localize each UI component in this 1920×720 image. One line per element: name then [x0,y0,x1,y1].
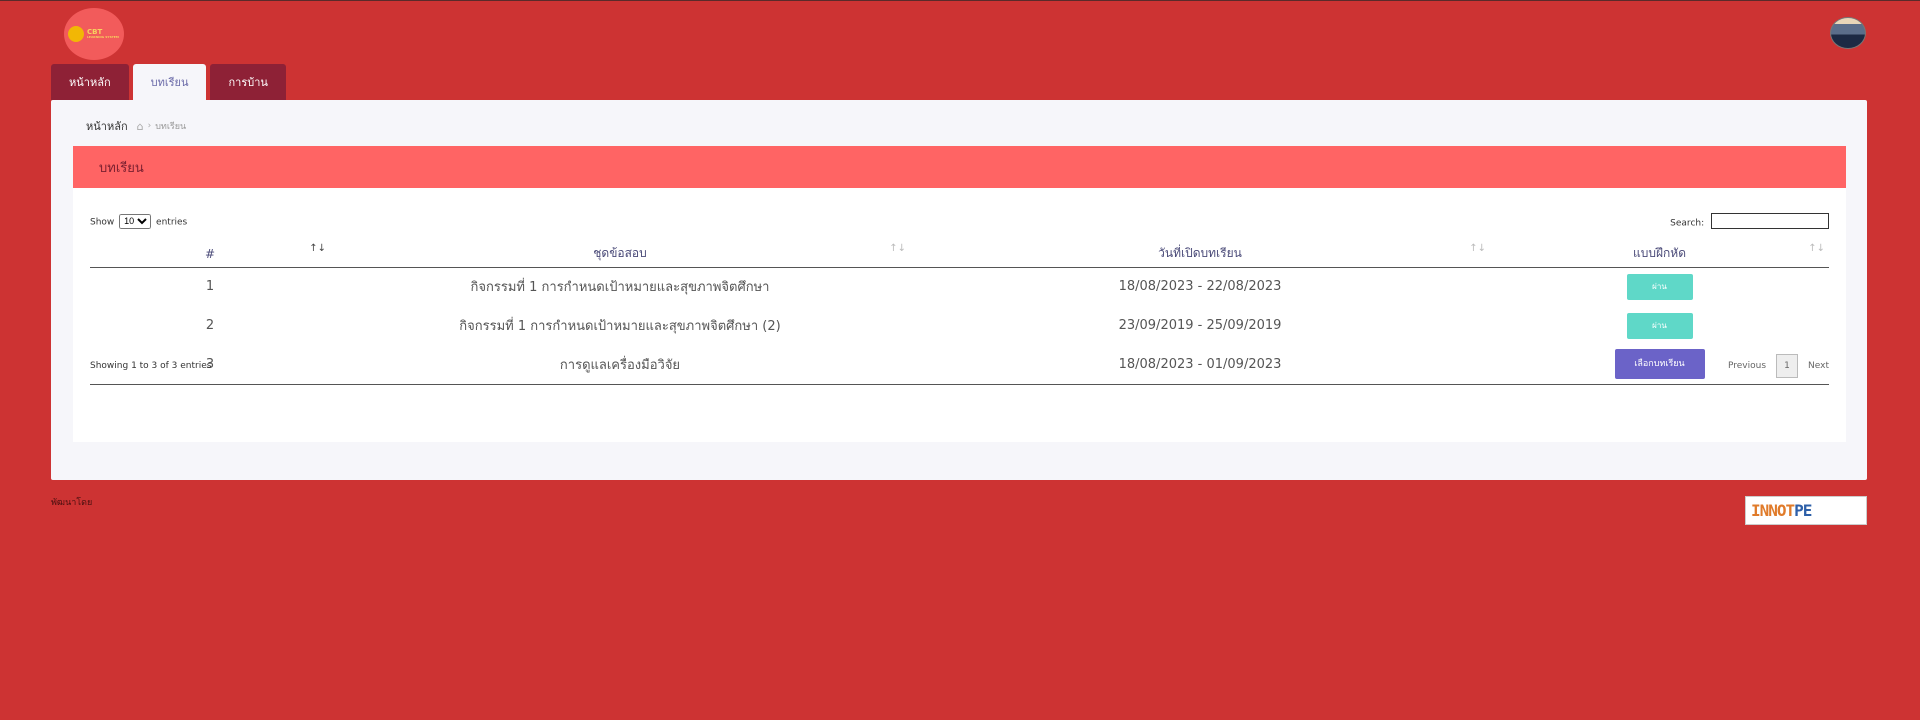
pass-button[interactable]: ผ่าน [1626,312,1693,339]
site-logo[interactable]: CBT LEARNING SYSTEM [64,8,124,60]
column-header-exercise[interactable]: แบบฝึกหัด ↑↓ [1490,241,1829,268]
pass-button[interactable]: ผ่าน [1626,273,1693,300]
entries-select[interactable]: 10 [119,213,152,229]
table-controls: Show 10 entries Search: [90,212,1829,230]
row-exam-set: กิจกรรมที่ 1 การกำหนดเป้าหมายและสุขภาพจิ… [459,319,781,334]
breadcrumb: หน้าหลัก ⌂ › บทเรียน [86,117,186,135]
home-icon[interactable]: ⌂ [137,120,144,133]
card-title: บทเรียน [73,146,1846,188]
search-input[interactable] [1711,213,1829,229]
entries-info: Showing 1 to 3 of 3 entries [90,361,212,371]
sun-icon [68,26,84,42]
sort-icon[interactable]: ↑↓ [1469,243,1486,254]
breadcrumb-current: บทเรียน [155,122,187,132]
column-header-number[interactable]: # ↑↓ [90,241,330,268]
row-exam-set: กิจกรรมที่ 1 การกำหนดเป้าหมายและสุขภาพจิ… [470,280,770,296]
row-dates: 18/08/2023 - 22/08/2023 [1118,279,1282,295]
entries-label: entries [156,217,188,227]
sort-asc-icon[interactable]: ↑↓ [309,243,326,254]
show-label: Show [90,217,115,227]
page-button[interactable]: 1 [1776,354,1799,378]
next-button[interactable]: Next [1808,361,1829,371]
entries-control: Show 10 entries [90,213,188,229]
breadcrumb-root[interactable]: หน้าหลัก [86,117,128,135]
main-tabs: หน้าหลัก บทเรียน การบ้าน [51,64,286,100]
column-header-exam-set[interactable]: ชุดข้อสอบ ↑↓ [330,241,910,268]
sort-icon[interactable]: ↑↓ [1808,243,1825,254]
table-row: 1 กิจกรรมที่ 1 การกำหนดเป้าหมายและสุขภาพ… [90,267,1829,306]
search-control: Search: [1670,213,1829,229]
content-panel: หน้าหลัก ⌂ › บทเรียน บทเรียน Show 10 ent… [51,100,1867,480]
table-footer: Showing 1 to 3 of 3 entries Previous 1 N… [90,353,1829,379]
logo-subtext: LEARNING SYSTEM [87,35,119,39]
partner-logo-text-b: PE [1794,501,1812,520]
row-number: 1 [205,279,215,295]
table-row: 2 กิจกรรมที่ 1 การกำหนดเป้าหมายและสุขภาพ… [90,306,1829,345]
tab-home[interactable]: หน้าหลัก [51,64,129,100]
developed-by-label: พัฒนาโดย [51,498,93,508]
tab-lessons[interactable]: บทเรียน [132,64,207,100]
partner-logo: INNOT PE [1745,496,1867,525]
pagination: Previous 1 Next [1728,354,1829,378]
user-avatar[interactable] [1830,17,1866,49]
previous-button[interactable]: Previous [1728,361,1766,371]
lessons-card: บทเรียน Show 10 entries Search: # ↑↓ ชุด… [73,146,1846,442]
row-dates: 23/09/2019 - 25/09/2019 [1118,318,1282,333]
row-number: 2 [205,318,215,333]
partner-logo-text-a: INNOT [1751,501,1795,520]
search-label: Search: [1670,218,1705,229]
tab-homework[interactable]: การบ้าน [210,64,286,100]
column-header-open-date[interactable]: วันที่เปิดบทเรียน ↑↓ [910,241,1490,268]
sort-icon[interactable]: ↑↓ [889,243,906,254]
breadcrumb-separator: › [147,121,152,131]
